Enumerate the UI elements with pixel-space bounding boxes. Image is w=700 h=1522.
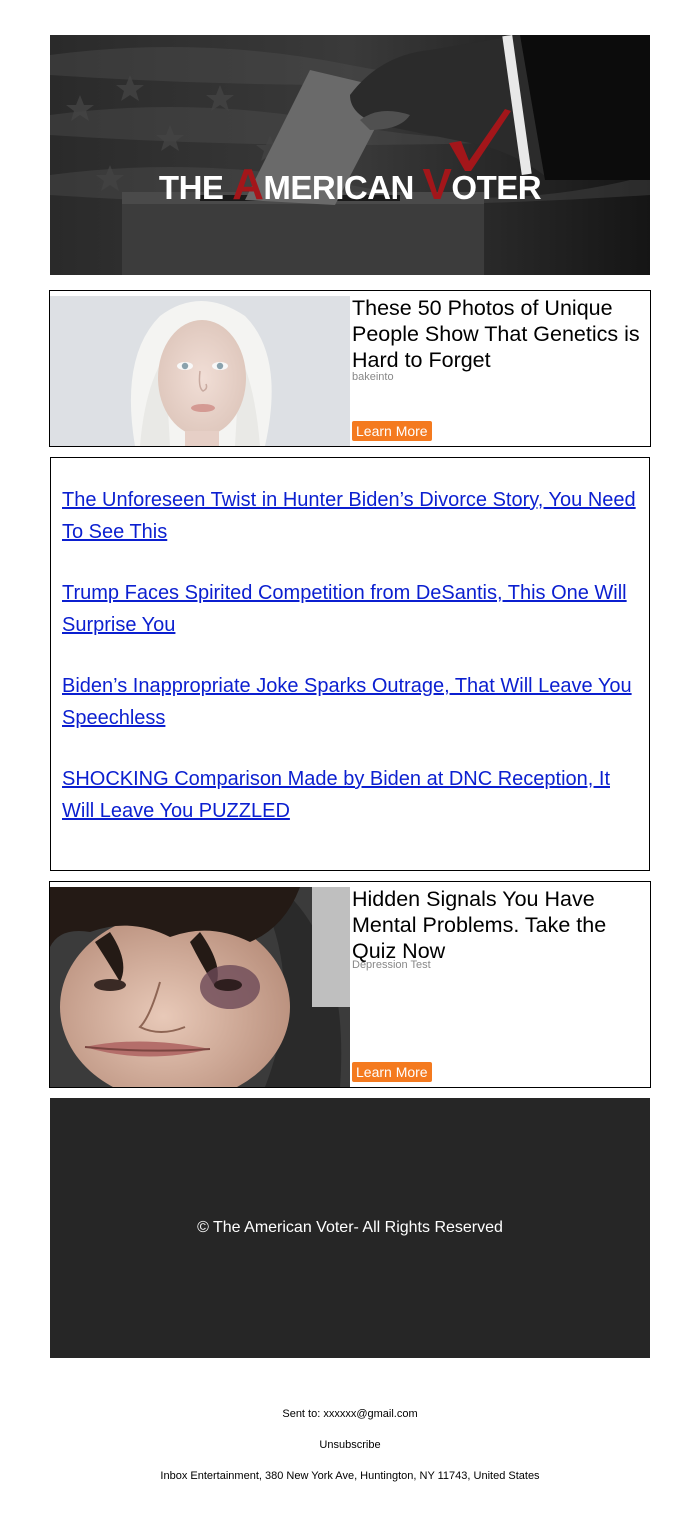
ad-image-portrait[interactable] <box>50 296 350 446</box>
headline-link[interactable]: Biden’s Inappropriate Joke Sparks Outrag… <box>62 670 642 734</box>
sponsored-ad-card[interactable]: Hidden Signals You Have Mental Problems.… <box>49 881 651 1088</box>
logo-cap-a: A <box>232 160 264 209</box>
unsubscribe-link[interactable]: Unsubscribe <box>0 1438 700 1452</box>
ad-source: Depression Test <box>352 959 431 971</box>
headline-link[interactable]: SHOCKING Comparison Made by Biden at DNC… <box>62 763 642 827</box>
headline-link[interactable]: Trump Faces Spirited Competition from De… <box>62 577 642 641</box>
site-logo: THE AMERICAN VOTER <box>50 163 650 207</box>
learn-more-button[interactable]: Learn More <box>352 421 432 441</box>
ad-headline[interactable]: Hidden Signals You Have Mental Problems.… <box>352 886 642 964</box>
sponsored-ad-card[interactable]: These 50 Photos of Unique People Show Th… <box>49 290 651 447</box>
logo-text-oter: OTER <box>451 169 542 206</box>
headline-links-box: The Unforeseen Twist in Hunter Biden’s D… <box>50 457 650 871</box>
postal-address: Inbox Entertainment, 380 New York Ave, H… <box>160 1470 540 1482</box>
logo-text-merican: MERICAN <box>263 169 423 206</box>
ad-source: bakeinto <box>352 371 394 383</box>
logo-text-the: THE <box>158 169 233 206</box>
banner-background-image <box>50 35 650 275</box>
headline-link[interactable]: The Unforeseen Twist in Hunter Biden’s D… <box>62 484 642 548</box>
sent-to-text: Sent to: xxxxxx@gmail.com <box>282 1408 418 1420</box>
header-banner: THE AMERICAN VOTER <box>50 35 650 275</box>
checkmark-logo-icon <box>449 109 511 171</box>
ad-image-portrait[interactable] <box>50 887 350 1087</box>
ad-headline[interactable]: These 50 Photos of Unique People Show Th… <box>352 295 642 373</box>
headline-links-list: The Unforeseen Twist in Hunter Biden’s D… <box>62 484 642 856</box>
copyright-text: © The American Voter- All Rights Reserve… <box>197 1219 503 1236</box>
learn-more-button[interactable]: Learn More <box>352 1062 432 1082</box>
footer-dark-panel: © The American Voter- All Rights Reserve… <box>50 1098 650 1358</box>
